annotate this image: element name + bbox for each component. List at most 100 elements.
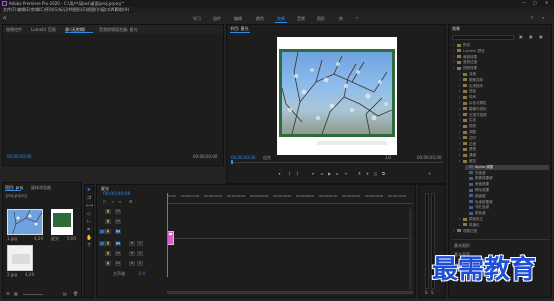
effects-tree-item[interactable]: 超级键 — [465, 194, 549, 199]
effects-tree-item[interactable]: 移除遮罩 — [465, 188, 549, 193]
menu-help[interactable]: 帮助(H) — [115, 8, 129, 12]
solo-meter-right[interactable]: S — [431, 291, 434, 295]
effects-tree-item[interactable]: › 过时 — [459, 136, 549, 141]
effects-tree-item[interactable]: 差值遮罩 — [465, 182, 549, 187]
workspace-audio[interactable]: 音频 — [297, 17, 305, 21]
clip-thumb-3[interactable] — [7, 245, 33, 271]
mute-button[interactable]: M — [129, 251, 135, 256]
menu-window[interactable]: 窗口(W) — [101, 8, 116, 12]
ripple-edit-tool-icon[interactable]: ⟷ — [86, 203, 93, 209]
effects-tree-item[interactable]: › 颜色校正 — [459, 217, 549, 222]
slip-tool-icon[interactable]: ⊢ — [86, 219, 92, 225]
clip-thumb-1[interactable] — [7, 209, 43, 235]
lock-icon[interactable]: 🔒 — [105, 251, 111, 256]
effects-tree-item[interactable]: › 通道 — [459, 153, 549, 158]
lock-icon[interactable]: 🔒 — [105, 229, 111, 234]
maximize-button[interactable]: □ — [533, 1, 537, 5]
solo-button[interactable]: S — [137, 251, 143, 256]
workspace-assembly[interactable]: 组件 — [213, 17, 221, 21]
track-label-a3[interactable]: A3 — [115, 261, 121, 266]
mute-button[interactable]: M — [129, 261, 135, 266]
go-to-in-icon[interactable]: ⇤ — [311, 171, 316, 176]
timeline-horizontal-scroll[interactable] — [167, 291, 413, 294]
effects-tree-item[interactable]: › Lumetri 预设 — [453, 49, 549, 54]
program-scrubber[interactable] — [231, 162, 443, 163]
lock-icon[interactable]: 🔒 — [105, 241, 111, 246]
tab-audio-clip-mixer[interactable]: 音频剪辑混合器: 星光 — [99, 27, 138, 33]
effects-tree-item[interactable]: › 图像控制 — [459, 78, 549, 83]
timeline-vertical-scroll[interactable] — [409, 209, 412, 289]
menu-file[interactable]: 文件(F) — [3, 8, 16, 12]
effects-tree-item[interactable]: › 扭曲 — [459, 89, 549, 94]
master-volume[interactable]: 0.0 — [139, 272, 145, 276]
snap-icon[interactable]: ⋂ — [103, 200, 106, 204]
mute-button[interactable]: M — [129, 241, 135, 246]
add-button-icon[interactable]: + — [427, 171, 432, 176]
workspace-overflow-icon[interactable]: » — [356, 16, 358, 20]
program-quality-dropdown[interactable]: 1/2 — [385, 156, 391, 160]
effects-tree-item[interactable]: 亮度键 — [465, 171, 549, 176]
effects-tree-item[interactable]: › 杂色与颗粒 — [459, 101, 549, 106]
new-item-icon[interactable]: ▤ — [63, 292, 67, 296]
razor-tool-icon[interactable]: ◇ — [86, 211, 92, 217]
tab-effect-controls[interactable]: 效果控件 — [6, 27, 22, 33]
effects-tree-item[interactable]: › 实用程序 — [459, 84, 549, 89]
mark-out-icon[interactable]: } — [295, 171, 300, 176]
add-marker-icon[interactable]: ▾ — [119, 200, 121, 204]
comparison-view-icon[interactable]: ⧉ — [381, 171, 386, 176]
selection-tool-icon[interactable]: ➤ — [86, 187, 92, 193]
effects-tree-item[interactable]: › 音频过渡 — [453, 60, 549, 65]
solo-button[interactable]: S — [137, 261, 143, 266]
type-tool-icon[interactable]: T — [86, 243, 92, 249]
effects-tree-item[interactable]: Alpha 调整 — [465, 164, 549, 170]
home-icon[interactable]: ⌂ — [3, 16, 6, 21]
track-select-tool-icon[interactable]: ⇉ — [86, 195, 92, 201]
effects-tree-item[interactable]: › 生成 — [459, 118, 549, 123]
program-timecode[interactable]: 00;00;00;00 — [231, 156, 255, 160]
effects-tree-item[interactable]: › 模糊与锐化 — [459, 107, 549, 112]
program-fit-dropdown[interactable]: 适合 — [263, 156, 271, 160]
export-frame-icon[interactable]: ◫ — [373, 171, 378, 176]
effects-tree-item[interactable]: › 沉浸式视频 — [459, 113, 549, 118]
menu-view[interactable]: 视图(V) — [87, 8, 101, 12]
solo-button[interactable]: S — [137, 241, 143, 246]
lock-icon[interactable]: 🔒 — [105, 219, 111, 224]
track-label-v1[interactable]: V1 — [115, 229, 121, 234]
timeline-clip-v2[interactable] — [167, 231, 174, 245]
effects-tree-item[interactable]: 颜色键 — [465, 211, 549, 216]
playhead-line[interactable] — [167, 193, 168, 277]
lock-icon[interactable]: 🔒 — [105, 261, 111, 266]
effects-tree-item[interactable]: › 时间 — [459, 95, 549, 100]
icon-view-icon[interactable]: ▦ — [14, 292, 18, 296]
track-label-a1[interactable]: A1 — [115, 241, 121, 246]
effects-tree-item[interactable]: › 调整 — [459, 130, 549, 135]
hand-tool-icon[interactable]: ✋ — [86, 235, 92, 241]
tab-media-browser[interactable]: 媒体浏览器 — [31, 185, 51, 191]
step-back-icon[interactable]: ◂ — [319, 171, 324, 176]
yuv-effects-icon[interactable]: ▣ — [539, 35, 543, 39]
32bit-effects-icon[interactable]: ▣ — [529, 35, 533, 39]
effects-tree-item[interactable]: › 视频效果 — [453, 66, 549, 71]
menu-marker[interactable]: 标记(M) — [59, 8, 74, 12]
lock-icon[interactable]: 🔒 — [105, 209, 111, 214]
mark-in-icon[interactable]: { — [287, 171, 292, 176]
menu-edit[interactable]: 编辑(E) — [17, 8, 31, 12]
track-label-a2[interactable]: A2 — [115, 251, 121, 256]
effects-tree-item[interactable]: 非红色键 — [465, 205, 549, 210]
time-ruler[interactable]: 00;00 00;00;01;00 00;00;02;00 00;00;03;0… — [167, 195, 413, 203]
play-icon[interactable]: ▶ — [327, 171, 332, 176]
panel-essential-graphics[interactable]: 基本图形 — [454, 244, 470, 248]
effects-tree-item[interactable]: › 风格化 — [459, 223, 549, 228]
tab-lumetri-scopes[interactable]: Lumetri 范围 — [31, 27, 56, 33]
zoom-slider[interactable] — [23, 294, 43, 295]
lift-icon[interactable]: ⊼ — [357, 171, 362, 176]
effects-tree-item[interactable]: › 视频 — [459, 124, 549, 129]
linked-selection-icon[interactable]: ∞ — [111, 200, 114, 204]
solo-meter-left[interactable]: S — [425, 291, 428, 295]
quick-export-icon[interactable]: ⇪ — [530, 16, 533, 20]
effects-tree-item[interactable]: › 视频过渡 — [453, 229, 549, 234]
effects-tree-item[interactable]: › 键控 — [459, 159, 549, 164]
delete-icon[interactable]: 🗑 — [73, 292, 78, 296]
program-playhead-marker[interactable] — [231, 160, 233, 164]
track-label-v3[interactable]: V3 — [115, 209, 121, 214]
